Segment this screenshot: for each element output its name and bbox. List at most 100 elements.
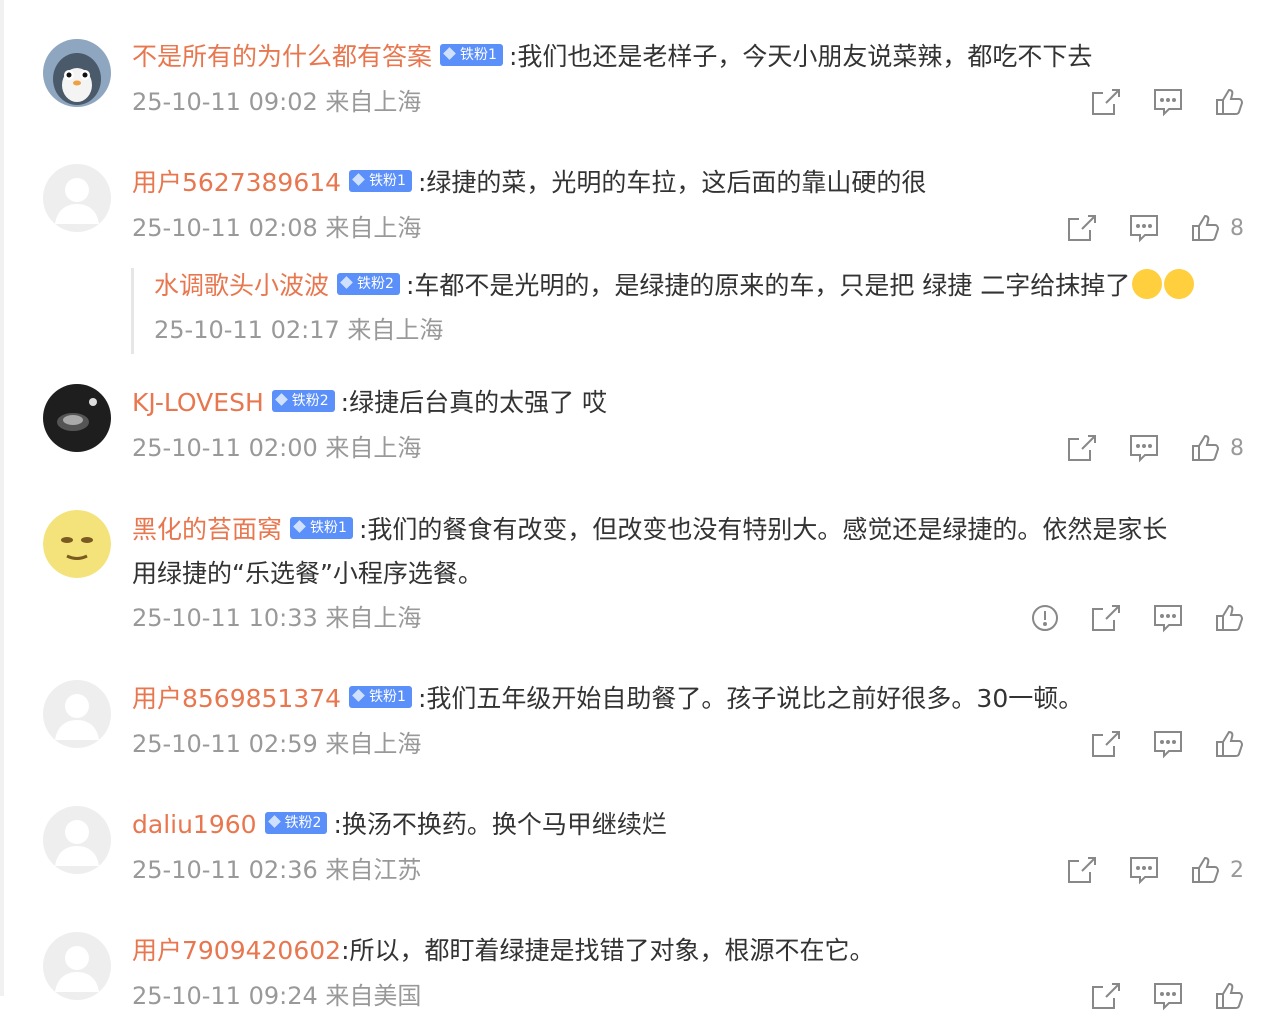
comment-icon	[1154, 605, 1182, 633]
like-icon	[1216, 730, 1244, 757]
comment-actions	[1060, 82, 1244, 122]
fan-badge[interactable]: 铁粉2	[264, 812, 328, 834]
username[interactable]: 用户8569851374	[132, 684, 341, 713]
comment-actions	[1060, 976, 1244, 1016]
comment-meta: 25-10-11 02:00 来自上海	[132, 432, 421, 464]
avatar-default[interactable]	[43, 164, 111, 232]
comment-text: :所以，都盯着绿捷是找错了对象，根源不在它。	[341, 936, 875, 965]
share-button[interactable]	[1090, 87, 1122, 117]
comment-text-block: 黑化的苔面窝 铁粉1 :我们的餐食有改变，但改变也没有特别大。感觉还是绿捷的。依然是…	[132, 508, 1232, 596]
laughing-crying-emoji-icon	[1164, 269, 1195, 299]
badge-label: 铁粉1	[460, 47, 497, 63]
username[interactable]: 不是所有的为什么都有答案	[132, 42, 432, 71]
like-count: 2	[1230, 857, 1244, 883]
share-button[interactable]	[1090, 603, 1122, 633]
fan-badge[interactable]: 铁粉1	[349, 170, 412, 192]
comment-line: 用户7909420602:所以，都盯着绿捷是找错了对象，根源不在它。	[132, 933, 875, 969]
fan-badge[interactable]: 铁粉2	[271, 390, 335, 412]
avatar-default[interactable]	[43, 806, 111, 874]
like-icon	[1216, 982, 1244, 1009]
comment-text: :绿捷的菜，光明的车拉，这后面的靠山硬的很	[417, 168, 927, 197]
comment-button[interactable]	[1128, 433, 1160, 463]
comment-text: :我们的餐食有改变，但改变也没有特别大。感觉还是绿捷的。依然是家长	[358, 515, 1168, 544]
timestamp: 25-10-11 02:59	[132, 730, 318, 758]
avatar-penguin[interactable]	[43, 39, 111, 107]
comment-button[interactable]	[1152, 87, 1184, 117]
badge-label: 铁粉2	[284, 815, 322, 831]
fan-badge[interactable]: 铁粉1	[349, 686, 412, 708]
diamond-icon	[443, 47, 456, 60]
timestamp: 25-10-11 02:00	[132, 434, 318, 462]
like-icon	[1216, 88, 1244, 115]
diamond-icon	[293, 520, 306, 533]
avatar-default[interactable]	[43, 932, 111, 1000]
timestamp: 25-10-11 09:24	[132, 982, 318, 1010]
username[interactable]: 黑化的苔面窝	[132, 515, 282, 544]
fan-badge[interactable]: 铁粉1	[290, 517, 353, 539]
share-button[interactable]	[1090, 729, 1122, 759]
reply-item: 水调歌头小波波 铁粉2:车都不是光明的，是绿捷的原来的车，只是把 绿捷 二字给抹掉…	[131, 268, 1254, 354]
report-button[interactable]	[1030, 603, 1060, 633]
username[interactable]: 水调歌头小波波	[154, 271, 329, 300]
share-button[interactable]	[1066, 213, 1098, 243]
comment-meta: 25-10-11 02:59 来自上海	[132, 728, 421, 760]
crying-emoji-icon	[1132, 269, 1163, 299]
comment-button[interactable]	[1128, 213, 1160, 243]
location: 来自上海	[347, 316, 444, 344]
reply-meta: 25-10-11 02:17 来自上海	[154, 314, 443, 346]
share-icon	[1092, 731, 1120, 757]
location: 来自上海	[325, 434, 422, 462]
comment-line: 不是所有的为什么都有答案 铁粉1 :我们也还是老样子，今天小朋友说菜辣，都吃不下去	[132, 39, 1092, 75]
comment-button[interactable]	[1152, 981, 1184, 1011]
username[interactable]: daliu1960	[132, 810, 257, 839]
comment-text: :绿捷后台真的太强了 哎	[340, 388, 608, 417]
comment-text: :我们也还是老样子，今天小朋友说菜辣，都吃不下去	[508, 42, 1093, 71]
comment-button[interactable]	[1152, 603, 1184, 633]
location: 来自上海	[325, 730, 422, 758]
timestamp: 25-10-11 02:17	[154, 316, 340, 344]
avatar-default[interactable]	[43, 680, 111, 748]
timestamp: 25-10-11 02:08	[132, 214, 318, 242]
comment-actions: 2	[1036, 850, 1244, 890]
comment-button[interactable]	[1128, 855, 1160, 885]
location: 来自江苏	[325, 856, 422, 884]
comment-meta: 25-10-11 09:24 来自美国	[132, 980, 421, 1012]
like-count: 8	[1230, 435, 1244, 461]
like-icon	[1192, 434, 1220, 461]
like-button[interactable]: 8	[1190, 433, 1244, 463]
like-button[interactable]: 2	[1190, 855, 1244, 885]
location: 来自上海	[325, 604, 422, 632]
like-button[interactable]	[1214, 981, 1244, 1011]
report-icon	[1032, 605, 1058, 631]
diamond-icon	[352, 689, 365, 702]
like-button[interactable]	[1214, 729, 1244, 759]
username[interactable]: 用户5627389614	[132, 168, 341, 197]
fan-badge[interactable]: 铁粉1	[440, 44, 503, 66]
comment-line: 用户8569851374 铁粉1:我们五年级开始自助餐了。孩子说比之前好很多。30…	[132, 681, 1083, 717]
share-button[interactable]	[1066, 433, 1098, 463]
like-button[interactable]: 8	[1190, 213, 1244, 243]
share-button[interactable]	[1066, 855, 1098, 885]
fan-badge[interactable]: 铁粉2	[337, 273, 400, 295]
avatar-car[interactable]	[43, 384, 111, 452]
comment-icon	[1130, 435, 1158, 463]
timestamp: 25-10-11 02:36	[132, 856, 318, 884]
username[interactable]: 用户7909420602	[132, 936, 341, 965]
timestamp: 25-10-11 09:02	[132, 88, 318, 116]
like-button[interactable]	[1214, 603, 1244, 633]
diamond-icon	[274, 393, 288, 406]
diamond-icon	[352, 173, 365, 186]
badge-label: 铁粉1	[310, 520, 347, 536]
comment-icon	[1154, 731, 1182, 759]
diamond-icon	[340, 276, 353, 289]
share-icon	[1068, 215, 1096, 241]
like-icon	[1216, 604, 1244, 631]
like-button[interactable]	[1214, 87, 1244, 117]
comment-button[interactable]	[1152, 729, 1184, 759]
share-button[interactable]	[1090, 981, 1122, 1011]
badge-label: 铁粉2	[357, 276, 394, 292]
share-icon	[1092, 89, 1120, 115]
username[interactable]: KJ-LOVESH	[132, 388, 264, 417]
avatar-emoji[interactable]	[43, 510, 111, 578]
like-count: 8	[1230, 215, 1244, 241]
